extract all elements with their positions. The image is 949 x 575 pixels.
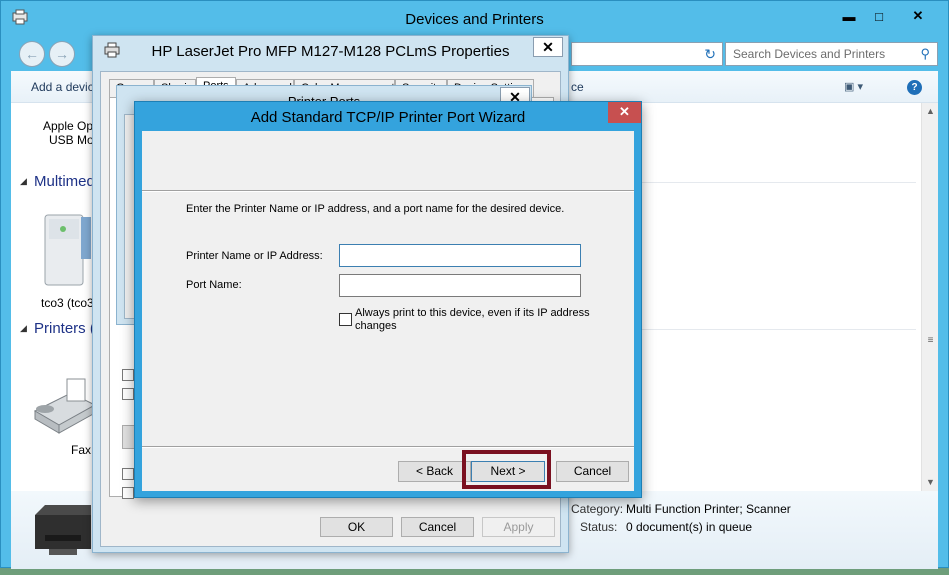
view-options-icon[interactable]: ▣ ▾ <box>844 80 863 93</box>
multimedia-device-icon[interactable] <box>41 209 93 289</box>
category-value: Multi Function Printer; Scanner <box>626 502 791 516</box>
scroll-down-icon[interactable]: ▼ <box>922 474 939 491</box>
bidirectional-checkbox[interactable] <box>122 468 134 480</box>
wizard-instruction: Enter the Printer Name or IP address, an… <box>186 203 565 215</box>
printer-name-input[interactable] <box>339 244 581 267</box>
properties-close-button[interactable]: ✕ <box>533 37 563 57</box>
footer-separator-highlight <box>142 447 634 448</box>
close-button[interactable]: ✕ <box>895 6 941 26</box>
next-button-highlight-box <box>462 450 551 489</box>
ok-button[interactable]: OK <box>320 517 393 537</box>
port-name-input[interactable] <box>339 274 581 297</box>
always-print-label[interactable]: Always print to this device, even if its… <box>355 307 590 333</box>
forward-button[interactable]: → <box>49 41 75 67</box>
fax-icon[interactable] <box>31 371 97 437</box>
group-header-printers[interactable]: Printers ( <box>34 320 95 337</box>
minimize-button[interactable]: ▬ <box>835 6 863 26</box>
printer-name-label: Printer Name or IP Address: <box>186 250 323 262</box>
back-button[interactable]: ← <box>19 41 45 67</box>
wizard-title: Add Standard TCP/IP Printer Port Wizard <box>250 109 526 126</box>
search-input[interactable]: Search Devices and Printers ⚲ <box>725 42 938 66</box>
device-fax-label[interactable]: Fax <box>71 443 91 457</box>
collapse-arrow-icon[interactable]: ◢ <box>20 323 27 334</box>
address-bar[interactable]: ↻ <box>571 42 723 66</box>
vertical-scrollbar[interactable]: ▲ ≡ ▼ <box>921 103 938 491</box>
collapse-arrow-icon[interactable]: ◢ <box>20 176 27 187</box>
device-tco3-label[interactable]: tco3 (tco3 <box>41 296 94 310</box>
port-checkbox[interactable] <box>122 388 134 400</box>
group-divider <box>601 329 916 330</box>
properties-title: HP LaserJet Pro MFP M127-M128 PCLmS Prop… <box>151 43 510 60</box>
group-header-multimedia[interactable]: Multimed <box>34 173 95 190</box>
refresh-icon[interactable]: ↻ <box>704 46 716 63</box>
wizard-cancel-button[interactable]: Cancel <box>556 461 629 482</box>
tcpip-port-wizard: Add Standard TCP/IP Printer Port Wizard … <box>134 101 642 498</box>
category-label: Category: <box>571 502 624 516</box>
wizard-body: Enter the Printer Name or IP address, an… <box>142 131 634 491</box>
forward-arrow-icon: → <box>55 46 69 62</box>
port-checkbox[interactable] <box>122 369 134 381</box>
status-value: 0 document(s) in queue <box>626 520 753 534</box>
help-icon[interactable]: ? <box>907 80 922 95</box>
main-titlebar[interactable]: Devices and Printers ▬ □ ✕ <box>1 1 948 37</box>
pooling-checkbox[interactable] <box>122 487 134 499</box>
scroll-up-icon[interactable]: ▲ <box>922 103 939 120</box>
maximize-button[interactable]: □ <box>865 6 893 26</box>
scroll-grip-icon[interactable]: ≡ <box>924 335 937 346</box>
properties-cancel-button[interactable]: Cancel <box>401 517 474 537</box>
back-arrow-icon: ← <box>25 46 39 62</box>
add-device-command[interactable]: Add a devic <box>31 80 94 94</box>
apply-button[interactable]: Apply <box>482 517 555 537</box>
search-placeholder: Search Devices and Printers <box>733 47 886 61</box>
back-wizard-button[interactable]: < Back <box>398 461 471 482</box>
port-name-label: Port Name: <box>186 279 242 291</box>
header-separator-highlight <box>142 191 634 192</box>
selected-printer-icon <box>35 505 91 555</box>
group-divider <box>601 182 916 183</box>
main-window-title: Devices and Printers <box>405 11 544 28</box>
always-print-checkbox[interactable] <box>339 313 352 326</box>
wizard-close-button[interactable]: ✕ <box>608 102 641 123</box>
command-partial-text[interactable]: ce <box>571 80 584 94</box>
status-label: Status: <box>580 520 618 534</box>
search-icon[interactable]: ⚲ <box>920 46 930 62</box>
